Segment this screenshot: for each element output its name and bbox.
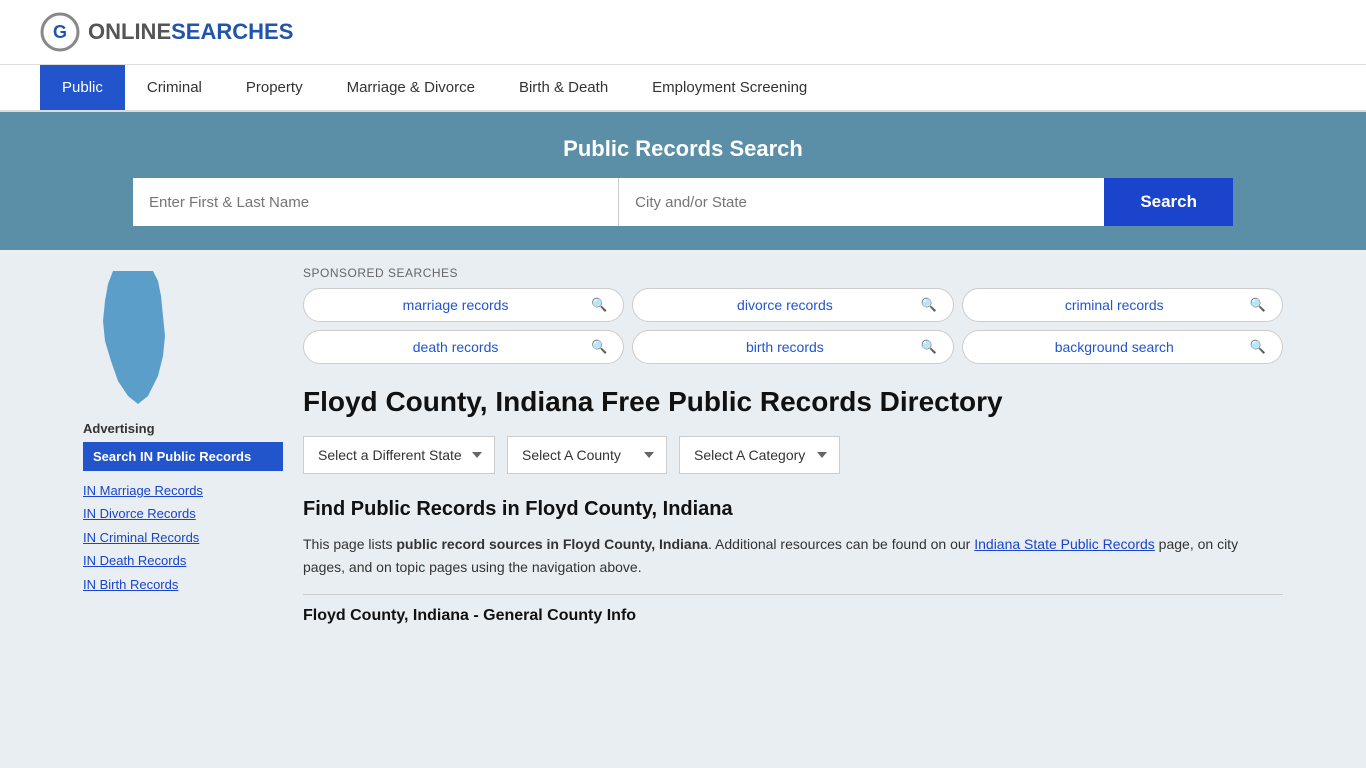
advertising-label: Advertising — [83, 421, 283, 436]
search-form: Search — [133, 178, 1233, 226]
find-heading: Find Public Records in Floyd County, Ind… — [303, 498, 1283, 521]
name-input[interactable] — [133, 178, 619, 226]
body-text-2: . Additional resources can be found on o… — [708, 536, 974, 552]
logo: G ONLINESEARCHES — [40, 12, 293, 52]
sponsored-link-divorce[interactable]: divorce records — [649, 297, 920, 313]
sponsored-link-marriage[interactable]: marriage records — [320, 297, 591, 313]
page-title: Floyd County, Indiana Free Public Record… — [303, 384, 1283, 420]
sponsored-item-marriage[interactable]: marriage records 🔍 — [303, 288, 624, 322]
sponsored-link-background[interactable]: background search — [979, 339, 1250, 355]
body-text-bold: public record sources in Floyd County, I… — [396, 536, 708, 552]
sidebar-link-marriage[interactable]: IN Marriage Records — [83, 479, 283, 502]
search-banner: Public Records Search Search — [0, 112, 1366, 250]
header: G ONLINESEARCHES — [0, 0, 1366, 65]
state-map — [83, 266, 283, 409]
state-dropdown[interactable]: Select a Different State — [303, 436, 495, 474]
county-dropdown[interactable]: Select A County — [507, 436, 667, 474]
nav-employment[interactable]: Employment Screening — [630, 65, 829, 110]
sponsored-link-birth[interactable]: birth records — [649, 339, 920, 355]
sponsored-grid: marriage records 🔍 divorce records 🔍 cri… — [303, 288, 1283, 364]
nav-birth-death[interactable]: Birth & Death — [497, 65, 630, 110]
search-icon-background: 🔍 — [1250, 339, 1266, 355]
dropdowns-row: Select a Different State Select A County… — [303, 436, 1283, 474]
sponsored-item-criminal[interactable]: criminal records 🔍 — [962, 288, 1283, 322]
search-icon-marriage: 🔍 — [591, 297, 607, 313]
logo-online: ONLINE — [88, 19, 171, 44]
nav-public[interactable]: Public — [40, 65, 125, 110]
sponsored-link-death[interactable]: death records — [320, 339, 591, 355]
sponsored-link-criminal[interactable]: criminal records — [979, 297, 1250, 313]
sponsored-item-background[interactable]: background search 🔍 — [962, 330, 1283, 364]
search-icon-divorce: 🔍 — [920, 297, 936, 313]
body-text-1: This page lists — [303, 536, 396, 552]
nav-criminal[interactable]: Criminal — [125, 65, 224, 110]
sidebar-link-divorce[interactable]: IN Divorce Records — [83, 502, 283, 525]
sidebar: Advertising Search IN Public Records IN … — [83, 266, 283, 625]
search-banner-title: Public Records Search — [40, 136, 1326, 162]
sponsored-item-birth[interactable]: birth records 🔍 — [632, 330, 953, 364]
sponsored-label: SPONSORED SEARCHES — [303, 266, 1283, 280]
sponsored-item-divorce[interactable]: divorce records 🔍 — [632, 288, 953, 322]
body-text: This page lists public record sources in… — [303, 533, 1283, 578]
content-area: SPONSORED SEARCHES marriage records 🔍 di… — [303, 266, 1283, 625]
main-container: Advertising Search IN Public Records IN … — [63, 250, 1303, 641]
nav-marriage-divorce[interactable]: Marriage & Divorce — [325, 65, 497, 110]
logo-text: ONLINESEARCHES — [88, 19, 293, 45]
indiana-state-link[interactable]: Indiana State Public Records — [974, 536, 1155, 552]
sidebar-link-death[interactable]: IN Death Records — [83, 549, 283, 572]
sidebar-link-criminal[interactable]: IN Criminal Records — [83, 526, 283, 549]
sidebar-link-birth[interactable]: IN Birth Records — [83, 573, 283, 596]
logo-icon: G — [40, 12, 80, 52]
location-input[interactable] — [619, 178, 1104, 226]
category-dropdown[interactable]: Select A Category — [679, 436, 840, 474]
search-icon-death: 🔍 — [591, 339, 607, 355]
sidebar-links: IN Marriage Records IN Divorce Records I… — [83, 479, 283, 596]
search-icon-criminal: 🔍 — [1250, 297, 1266, 313]
main-nav: Public Criminal Property Marriage & Divo… — [0, 65, 1366, 112]
search-icon-birth: 🔍 — [920, 339, 936, 355]
sponsored-item-death[interactable]: death records 🔍 — [303, 330, 624, 364]
search-button[interactable]: Search — [1104, 178, 1233, 226]
nav-property[interactable]: Property — [224, 65, 325, 110]
ad-button[interactable]: Search IN Public Records — [83, 442, 283, 471]
logo-searches: SEARCHES — [171, 19, 293, 44]
svg-text:G: G — [53, 22, 67, 42]
bottom-section-heading: Floyd County, Indiana - General County I… — [303, 594, 1283, 625]
